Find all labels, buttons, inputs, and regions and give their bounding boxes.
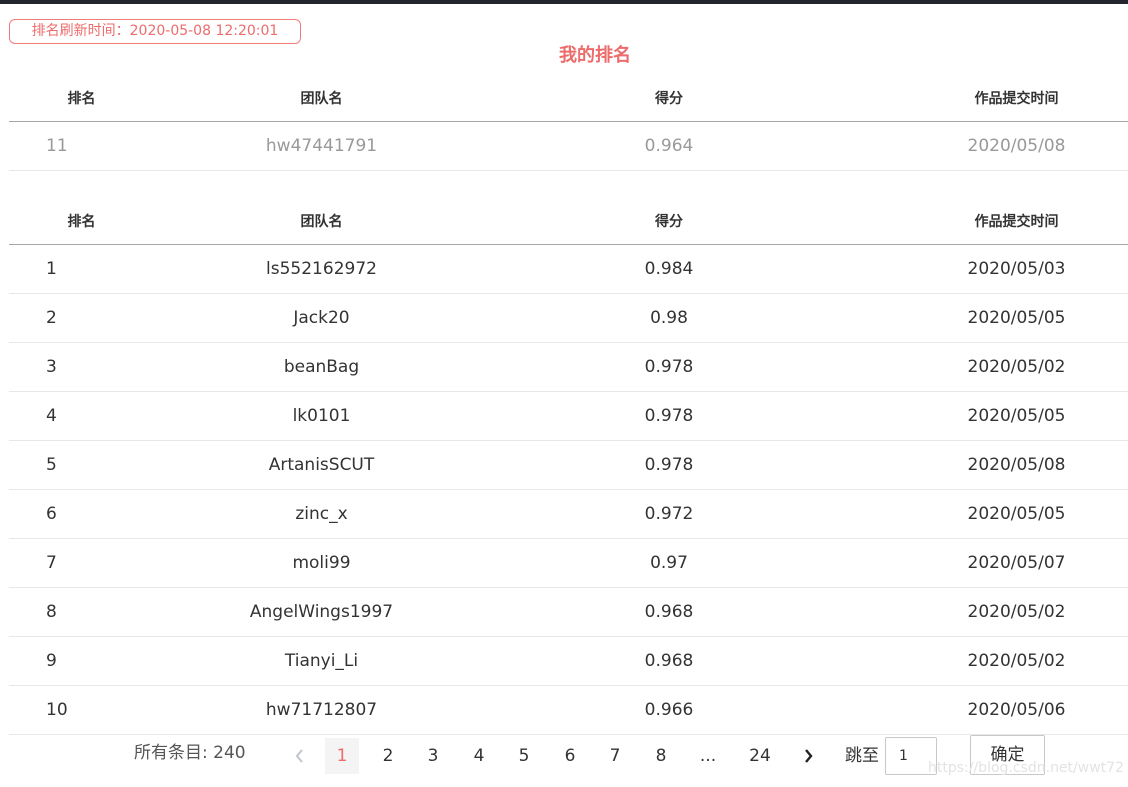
cell-time: 2020/05/05 — [967, 406, 1066, 426]
page-4[interactable]: 4 — [462, 738, 496, 774]
cell-team: hw47441791 — [265, 136, 378, 156]
cell-rank: 11 — [46, 136, 68, 156]
cell-rank: 3 — [46, 357, 57, 377]
page-ellipsis[interactable]: ... — [691, 738, 725, 774]
column-header-team: 团队名 — [300, 214, 343, 230]
page-7[interactable]: 7 — [598, 738, 632, 774]
cell-time: 2020/05/08 — [967, 455, 1066, 475]
cell-rank: 9 — [46, 651, 57, 671]
cell-rank: 2 — [46, 308, 57, 328]
cell-team: ls552162972 — [266, 259, 377, 279]
jump-to-label: 跳至 — [845, 746, 879, 766]
total-count: 所有条目: 240 — [134, 743, 246, 763]
cell-score: 0.968 — [644, 651, 694, 671]
cell-time: 2020/05/02 — [967, 651, 1066, 671]
table-row: 8 AngelWings1997 0.968 2020/05/02 — [9, 588, 1128, 637]
my-rank-title: 我的排名 — [559, 45, 631, 66]
cell-rank: 6 — [46, 504, 57, 524]
cell-rank: 10 — [46, 700, 68, 720]
column-header-team: 团队名 — [300, 91, 343, 107]
page-3[interactable]: 3 — [416, 738, 450, 774]
cell-team: beanBag — [283, 357, 360, 377]
cell-score: 0.978 — [644, 406, 694, 426]
cell-score: 0.984 — [644, 259, 694, 279]
cell-score: 0.98 — [650, 308, 688, 328]
my-rank-row: 11 hw47441791 0.964 2020/05/08 — [9, 122, 1128, 171]
cell-time: 2020/05/02 — [967, 357, 1066, 377]
cell-team: lk0101 — [292, 406, 351, 426]
table-row: 1 ls552162972 0.984 2020/05/03 — [9, 245, 1128, 294]
column-header-rank: 排名 — [67, 91, 96, 107]
cell-rank: 8 — [46, 602, 57, 622]
column-header-score: 得分 — [655, 91, 683, 107]
table-header: 排名 团队名 得分 作品提交时间 — [9, 76, 1128, 122]
table-row: 5 ArtanisSCUT 0.978 2020/05/08 — [9, 441, 1128, 490]
cell-time: 2020/05/08 — [967, 136, 1066, 156]
cell-score: 0.972 — [644, 504, 694, 524]
cell-team: zinc_x — [295, 504, 348, 524]
page-8[interactable]: 8 — [644, 738, 678, 774]
my-rank-table: 排名 团队名 得分 作品提交时间 11 hw47441791 0.964 202… — [9, 76, 1128, 171]
cell-score: 0.964 — [644, 136, 694, 156]
page-2[interactable]: 2 — [371, 738, 405, 774]
page-6[interactable]: 6 — [553, 738, 587, 774]
table-row: 7 moli99 0.97 2020/05/07 — [9, 539, 1128, 588]
leaderboard-table: 排名 团队名 得分 作品提交时间 1 ls552162972 0.984 202… — [9, 199, 1128, 735]
cell-team: Tianyi_Li — [284, 651, 359, 671]
cell-team: Jack20 — [293, 308, 350, 328]
cell-score: 0.978 — [644, 455, 694, 475]
table-header: 排名 团队名 得分 作品提交时间 — [9, 199, 1128, 245]
cell-rank: 1 — [46, 259, 57, 279]
refresh-time-badge: 排名刷新时间：2020-05-08 12:20:01 — [9, 19, 301, 44]
cell-score: 0.97 — [650, 553, 688, 573]
cell-score: 0.966 — [644, 700, 694, 720]
top-bar — [0, 0, 1128, 4]
cell-team: AngelWings1997 — [249, 602, 394, 622]
cell-team: moli99 — [292, 553, 351, 573]
cell-time: 2020/05/03 — [967, 259, 1066, 279]
cell-time: 2020/05/05 — [967, 504, 1066, 524]
chevron-left-icon[interactable] — [287, 738, 311, 774]
table-row: 9 Tianyi_Li 0.968 2020/05/02 — [9, 637, 1128, 686]
cell-team: hw71712807 — [265, 700, 378, 720]
cell-rank: 5 — [46, 455, 57, 475]
cell-time: 2020/05/06 — [967, 700, 1066, 720]
column-header-time: 作品提交时间 — [974, 214, 1059, 230]
table-row: 6 zinc_x 0.972 2020/05/05 — [9, 490, 1128, 539]
page-1[interactable]: 1 — [325, 738, 359, 774]
column-header-time: 作品提交时间 — [974, 91, 1059, 107]
page-24[interactable]: 24 — [743, 738, 777, 774]
table-row: 10 hw71712807 0.966 2020/05/06 — [9, 686, 1128, 735]
table-row: 2 Jack20 0.98 2020/05/05 — [9, 294, 1128, 343]
cell-time: 2020/05/02 — [967, 602, 1066, 622]
table-row: 3 beanBag 0.978 2020/05/02 — [9, 343, 1128, 392]
chevron-right-icon[interactable] — [796, 738, 820, 774]
cell-score: 0.978 — [644, 357, 694, 377]
page-5[interactable]: 5 — [507, 738, 541, 774]
column-header-rank: 排名 — [67, 214, 96, 230]
column-header-score: 得分 — [655, 214, 683, 230]
cell-rank: 7 — [46, 553, 57, 573]
table-row: 4 lk0101 0.978 2020/05/05 — [9, 392, 1128, 441]
cell-time: 2020/05/07 — [967, 553, 1066, 573]
cell-score: 0.968 — [644, 602, 694, 622]
watermark: https://blog.csdn.net/wwt72 — [928, 760, 1124, 776]
cell-time: 2020/05/05 — [967, 308, 1066, 328]
cell-rank: 4 — [46, 406, 57, 426]
cell-team: ArtanisSCUT — [268, 455, 375, 475]
